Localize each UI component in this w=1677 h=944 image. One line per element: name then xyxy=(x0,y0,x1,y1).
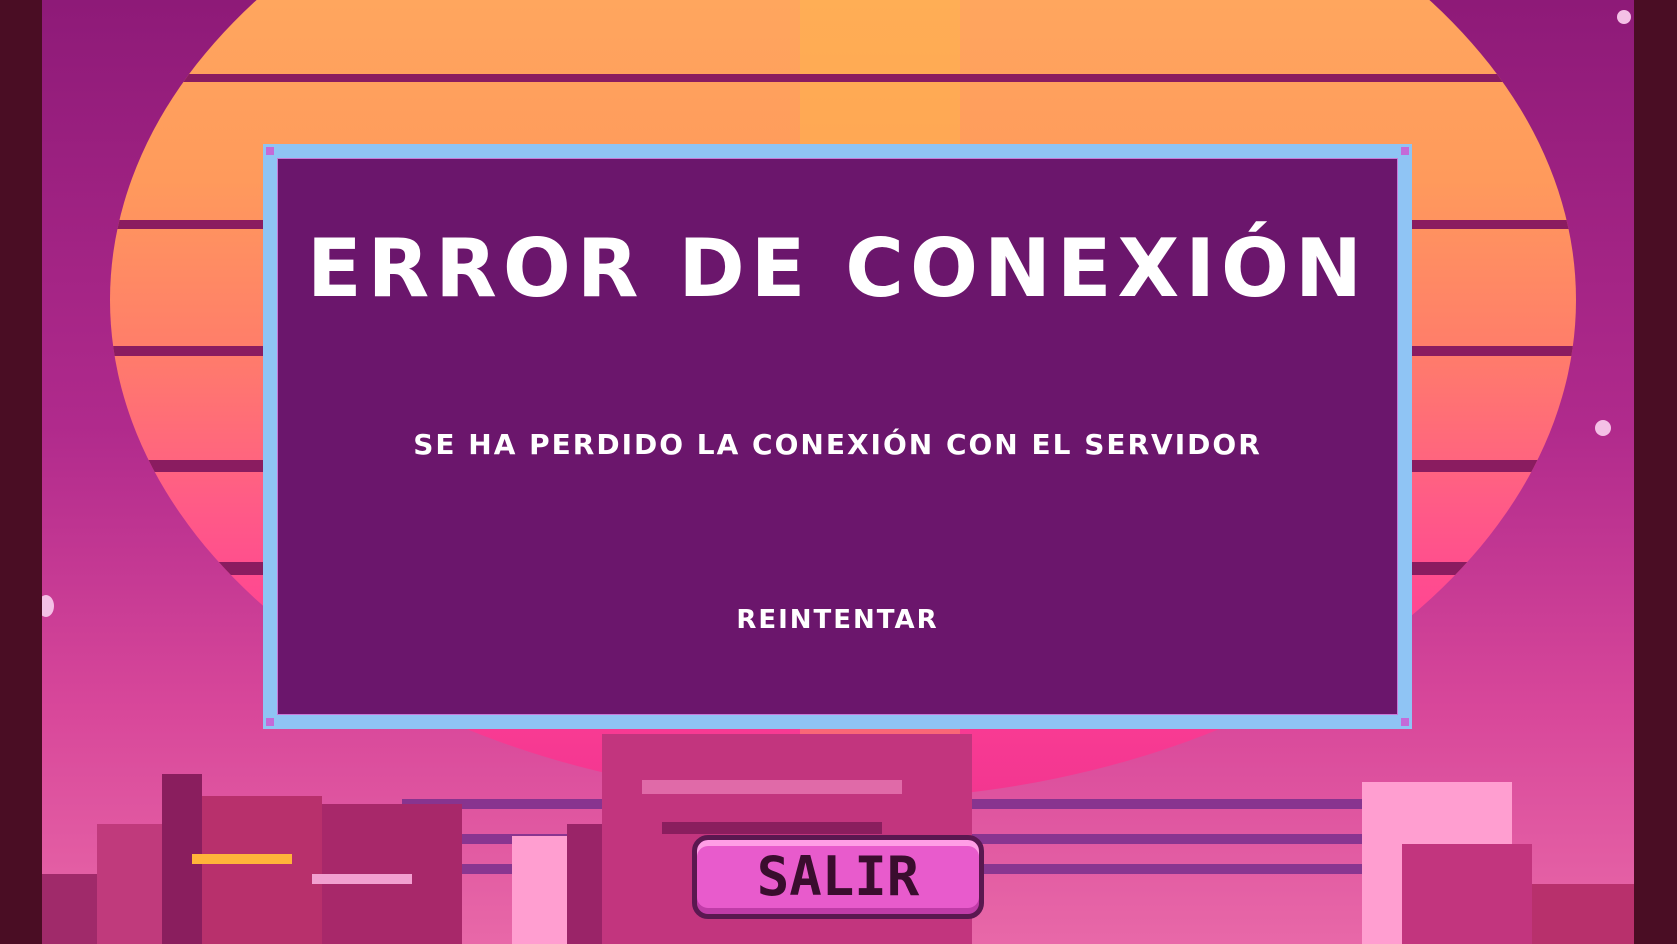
exit-button[interactable]: SALIR xyxy=(692,835,984,919)
retry-button[interactable]: REINTENTAR xyxy=(726,601,948,639)
star-icon xyxy=(1617,10,1631,24)
dialog-title: ERROR DE CONEXIÓN xyxy=(307,222,1368,315)
dialog-message: SE HA PERDIDO LA CONEXIÓN CON EL SERVIDO… xyxy=(413,428,1262,461)
game-screen: ERROR DE CONEXIÓN SE HA PERDIDO LA CONEX… xyxy=(0,0,1677,944)
star-icon xyxy=(42,595,54,617)
star-icon xyxy=(1595,420,1611,436)
connection-error-dialog: ERROR DE CONEXIÓN SE HA PERDIDO LA CONEX… xyxy=(263,144,1412,729)
